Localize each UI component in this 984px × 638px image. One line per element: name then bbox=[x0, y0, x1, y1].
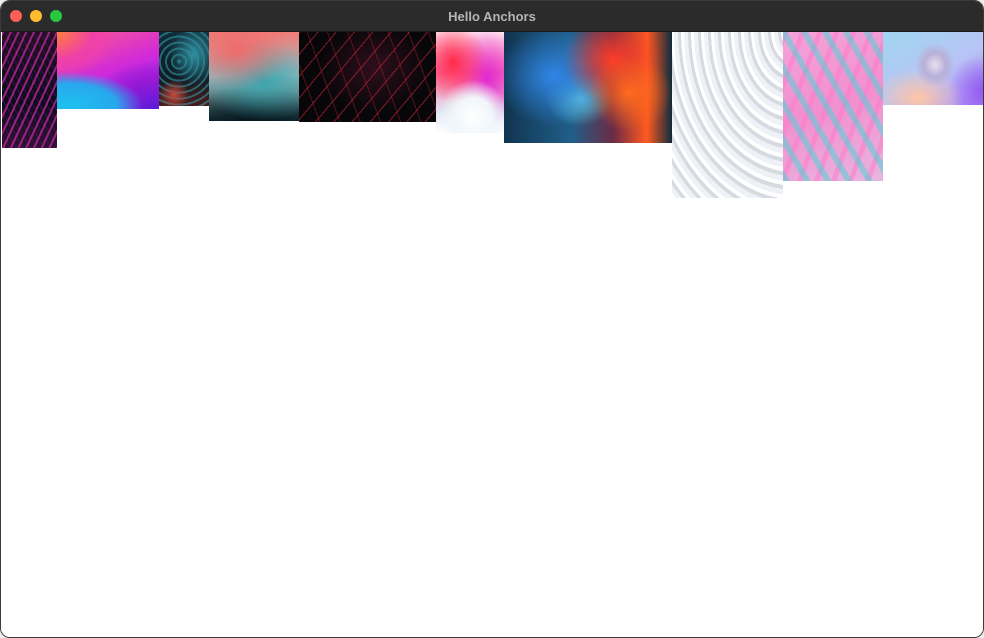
image-pink-teal-marble bbox=[783, 32, 883, 181]
image-blue-orange-ink-smoke bbox=[504, 32, 672, 143]
image-coral-teal-ink bbox=[209, 32, 299, 121]
window-title: Hello Anchors bbox=[448, 9, 536, 24]
image-white-wave-lines bbox=[672, 32, 783, 198]
image-blue-purple-wave bbox=[57, 32, 159, 109]
image-gallery bbox=[1, 32, 983, 637]
image-pink-red-gradient bbox=[436, 32, 504, 133]
title-bar[interactable]: Hello Anchors bbox=[1, 1, 983, 32]
image-pastel-sphere bbox=[883, 32, 983, 105]
app-window: Hello Anchors bbox=[0, 0, 984, 638]
image-purple-hair-strands bbox=[2, 32, 57, 148]
image-teal-red-texture bbox=[159, 32, 209, 106]
image-red-light-trails bbox=[299, 32, 436, 122]
